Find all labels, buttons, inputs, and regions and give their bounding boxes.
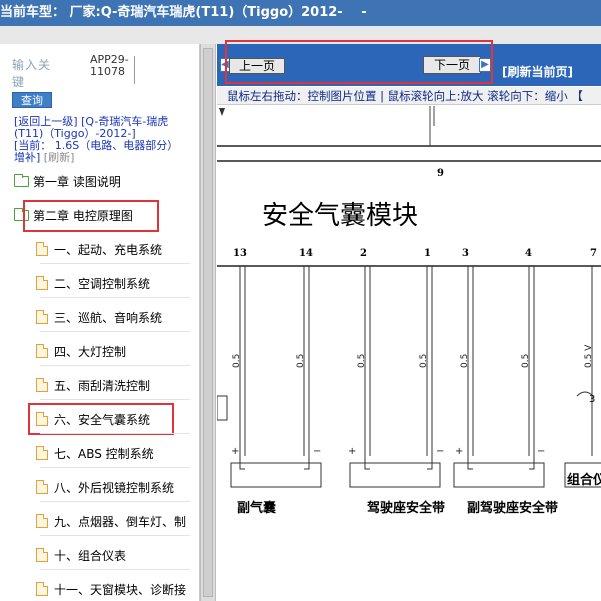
tree-item-label: 一、起动、充电系统	[54, 243, 163, 257]
wiring-diagram-canvas: 9 安全气囊模块 13 14 2 1 3 4 7 0.5 0.5 0.5 0.5…	[217, 106, 601, 516]
search-area: 输入关键 查询	[12, 56, 62, 108]
tree-item-section-11[interactable]: 十一、天窗模块、诊断接	[36, 579, 186, 601]
breadcrumb: [返回上一级] [Q-奇瑞汽车-瑞虎(T11)（Tiggo）-2012-] [当…	[14, 116, 184, 164]
document-icon	[36, 480, 48, 494]
search-button[interactable]: 查询	[12, 92, 52, 108]
document-icon	[36, 548, 48, 562]
wiring-diagram[interactable]: 9 安全气囊模块 13 14 2 1 3 4 7 0.5 0.5 0.5 0.5…	[217, 106, 601, 601]
svg-text:+: +	[231, 446, 239, 457]
polarity-marks: + − + − + −	[231, 446, 545, 457]
highlight-box-airbag	[28, 403, 174, 435]
scrollbar-thumb[interactable]	[203, 48, 213, 597]
tree-item-section-9[interactable]: 九、点烟器、倒车灯、制	[36, 511, 186, 533]
divider	[40, 501, 190, 502]
window-title-bar: 当前车型： 厂家:Q-奇瑞汽车瑞虎(T11)（Tiggo）2012- -	[0, 0, 601, 26]
svg-text:0.5: 0.5	[232, 354, 242, 368]
tree-item-chapter-1[interactable]: 第一章 读图说明	[14, 171, 121, 193]
search-input[interactable]: 输入关键	[12, 56, 62, 90]
tree-item-section-5[interactable]: 五、雨刮清洗控制	[36, 375, 150, 397]
tree-item-section-1[interactable]: 一、起动、充电系统	[36, 239, 162, 261]
tree-item-label: 八、外后视镜控制系统	[54, 481, 175, 495]
tree-item-section-2[interactable]: 二、空调控制系统	[36, 273, 150, 295]
document-icon	[36, 446, 48, 460]
corner-marker	[219, 108, 225, 116]
divider	[40, 467, 190, 468]
svg-text:+: +	[348, 446, 356, 457]
component-label: 组合仪	[567, 472, 601, 488]
current-vehicle-title: 当前车型： 厂家:Q-奇瑞汽车瑞虎(T11)（Tiggo）2012-	[0, 5, 343, 20]
svg-text:−: −	[537, 446, 545, 457]
title-trailing-mark: -	[361, 5, 367, 20]
tree-item-label: 二、空调控制系统	[54, 277, 151, 291]
svg-text:0.5: 0.5	[419, 354, 429, 368]
pin-label: 4	[525, 248, 532, 259]
panel-scrollbar[interactable]	[200, 44, 216, 601]
document-icon	[36, 242, 48, 256]
module-title: 安全气囊模块	[262, 201, 418, 231]
svg-text:−: −	[313, 446, 321, 457]
component-label: 副驾驶座安全带	[467, 500, 558, 516]
tree-item-label: 五、雨刮清洗控制	[54, 379, 151, 393]
connector-number: 9	[437, 168, 444, 179]
document-icon	[36, 276, 48, 290]
svg-text:−: −	[436, 446, 444, 457]
document-icon	[36, 514, 48, 528]
svg-text:0.5: 0.5	[521, 354, 531, 368]
component-boxes	[230, 462, 601, 488]
divider	[40, 365, 190, 366]
tree-item-label: 十一、天窗模块、诊断接	[54, 583, 187, 597]
document-icon	[36, 310, 48, 324]
svg-text:0.5: 0.5	[296, 354, 306, 368]
loop-number: 3	[589, 394, 595, 405]
divider	[40, 263, 190, 264]
divider	[40, 535, 190, 536]
tree-item-label: 十、组合仪表	[54, 549, 127, 563]
pin-label: 3	[462, 248, 469, 259]
document-icon	[36, 344, 48, 358]
component-label: 驾驶座安全带	[367, 500, 445, 516]
document-icon	[36, 378, 48, 392]
divider	[40, 569, 190, 570]
divider	[134, 56, 135, 84]
svg-text:0.5: 0.5	[460, 354, 470, 368]
usage-hint-bar: 鼠标左右拖动：控制图片位置 | 鼠标滚轮向上:放大 滚轮向下：缩小 【	[217, 87, 601, 105]
highlight-box-navigation	[225, 40, 493, 84]
divider	[40, 297, 190, 298]
tree-item-section-8[interactable]: 八、外后视镜控制系统	[36, 477, 174, 499]
svg-text:+: +	[455, 446, 463, 457]
tree-item-section-4[interactable]: 四、大灯控制	[36, 341, 126, 363]
refresh-page-link[interactable]: [刷新当前页]	[502, 63, 573, 80]
tree-item-label: 七、ABS 控制系统	[54, 447, 154, 461]
wire-group	[239, 266, 593, 456]
tree-item-label: 九、点烟器、倒车灯、制	[54, 515, 187, 529]
svg-text:0.5 V: 0.5 V	[584, 344, 594, 368]
pin-label: 14	[299, 248, 313, 259]
pin-label: 7	[590, 248, 597, 259]
left-navigation-panel: 输入关键 查询 APP29-11078 [返回上一级] [Q-奇瑞汽车-瑞虎(T…	[0, 44, 200, 601]
refresh-link[interactable]: [刷新]	[44, 151, 75, 164]
pin-label: 2	[360, 248, 367, 259]
highlight-box-chapter-2	[23, 200, 159, 232]
divider	[40, 331, 190, 332]
tree-item-label: 第一章 读图说明	[33, 175, 121, 189]
app-code: APP29-11078	[90, 53, 129, 78]
tree-item-label: 三、巡航、音响系统	[54, 311, 163, 325]
svg-text:0.5: 0.5	[357, 354, 367, 368]
wire-size-labels: 0.5 0.5 0.5 0.5 0.5 0.5 0.5 V	[232, 344, 594, 368]
page-navigation-bar: ◀ 上一页 下一页 ▶ [刷新当前页]	[217, 40, 601, 86]
side-connector	[217, 395, 228, 421]
tree-item-section-3[interactable]: 三、巡航、音响系统	[36, 307, 162, 329]
pin-label: 13	[233, 248, 247, 259]
divider	[40, 399, 190, 400]
tree-item-section-7[interactable]: 七、ABS 控制系统	[36, 443, 154, 465]
pin-label: 1	[424, 248, 431, 259]
folder-icon	[14, 174, 29, 187]
document-icon	[36, 582, 48, 596]
tree-item-section-10[interactable]: 十、组合仪表	[36, 545, 126, 567]
divider	[40, 433, 190, 434]
component-label: 副气囊	[237, 500, 277, 516]
tree-item-label: 四、大灯控制	[54, 345, 127, 359]
diagram-viewer: ◀ 上一页 下一页 ▶ [刷新当前页] 鼠标左右拖动：控制图片位置 | 鼠标滚轮…	[217, 40, 601, 601]
